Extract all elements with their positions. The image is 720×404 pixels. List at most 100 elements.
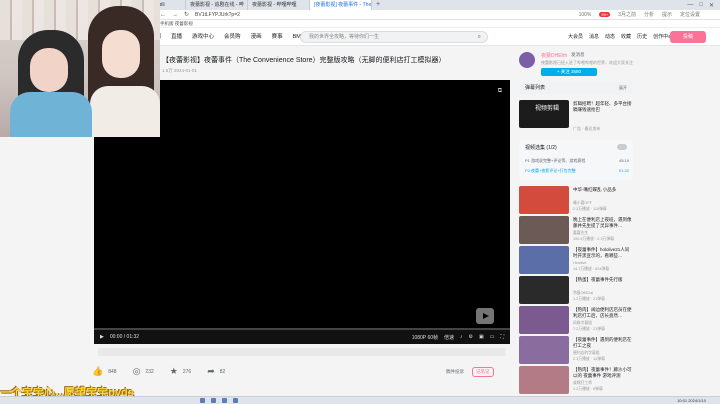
upload-button[interactable]: 投稿 bbox=[670, 31, 706, 43]
recommended-uploader[interactable]: 诶嘿打工师 bbox=[573, 381, 592, 386]
recommended-video[interactable]: 晚上在便利店上夜班，遇到像藤井先生提了灵异事件… 嘉嘉先生 190.5万播放 · 2… bbox=[519, 216, 633, 246]
favorite-button[interactable]: ★ 276 bbox=[170, 366, 191, 377]
recommended-uploader[interactable]: 熟蛋OffICial bbox=[573, 291, 593, 296]
recommended-title[interactable]: 晚上在便利店上夜班，遇到像藤井先生提了灵异事件… bbox=[573, 217, 633, 229]
video-thumbnail[interactable] bbox=[519, 306, 569, 334]
recommended-title[interactable]: 【熟蛋】夜蕾事件先行版 bbox=[573, 277, 633, 283]
header-menu-item[interactable]: 动态 bbox=[605, 28, 615, 46]
recommended-uploader[interactable]: 嘉嘉先生 bbox=[573, 231, 588, 236]
collection-title: 视频选集 bbox=[525, 145, 546, 151]
collection-item-active[interactable]: P2 夜蕾+夜影评论+打包完整 01:32 bbox=[525, 168, 629, 174]
taskbar-app-icon[interactable] bbox=[200, 398, 205, 403]
video-thumbnail[interactable] bbox=[519, 366, 569, 394]
danmaku-input-bar[interactable] bbox=[98, 348, 506, 356]
nav-link[interactable]: 赛事 bbox=[272, 28, 283, 46]
recommended-title[interactable]: 中华-嘴红蝶乱 小品多 bbox=[573, 187, 633, 193]
fullscreen-icon[interactable]: ⛶ bbox=[500, 334, 504, 341]
collection-item[interactable]: P1 游戏说完整+评论等、游戏赛程 45:19 bbox=[525, 158, 629, 164]
search-icon[interactable]: ⌕ bbox=[478, 32, 481, 42]
speed-select[interactable]: 倍速 bbox=[444, 334, 454, 341]
new-tab-button[interactable]: + bbox=[372, 0, 384, 10]
recommended-uploader[interactable]: Hololive bbox=[573, 261, 587, 265]
recommended-video[interactable]: 【夜蕾事件】遇到的便利店在打工之夜 便利店的字幕组 2.3万播放 · 14弹幕 bbox=[519, 336, 633, 366]
nav-link[interactable]: 游戏中心 bbox=[192, 28, 214, 46]
screen: { "browser": { "tabs": [ {"label": "弹幕UL… bbox=[0, 0, 720, 404]
nav-link[interactable]: 直播 bbox=[171, 28, 182, 46]
autoplay-toggle[interactable] bbox=[617, 144, 627, 150]
avatar[interactable] bbox=[519, 52, 535, 68]
video-thumbnail[interactable] bbox=[519, 276, 569, 304]
history-button[interactable]: 3月之前 bbox=[618, 11, 636, 18]
minimize-icon[interactable]: — bbox=[687, 2, 693, 9]
header-menu-item[interactable]: 历史 bbox=[637, 28, 647, 46]
header-menu-item[interactable]: 大会员 bbox=[568, 28, 583, 46]
message-button[interactable]: 发消息 bbox=[571, 52, 585, 58]
nav-link[interactable]: 会员购 bbox=[224, 28, 241, 46]
time-display: 00:00 / 01:32 bbox=[109, 334, 140, 340]
browser-tab[interactable]: 夜蕾影视 - 哔哩哔哩 bbox=[248, 0, 310, 10]
recommended-video[interactable]: 【熟蛋】夜蕾事件先行版 熟蛋OffICial 1.2万播放 · 21弹幕 bbox=[519, 276, 633, 306]
reload-icon[interactable]: ↻ bbox=[184, 11, 189, 18]
expand-button[interactable]: 展开 bbox=[619, 82, 627, 94]
notes-button[interactable]: 记笔记 bbox=[472, 367, 494, 377]
pip-icon[interactable]: ▣ bbox=[479, 334, 484, 341]
video-thumbnail[interactable] bbox=[519, 186, 569, 214]
header-menu-item[interactable]: 收藏 bbox=[621, 28, 631, 46]
video-thumbnail[interactable] bbox=[519, 336, 569, 364]
recommended-uploader[interactable]: 便利店的字幕组 bbox=[573, 351, 600, 356]
video-thumbnail[interactable] bbox=[519, 246, 569, 274]
ad-title: 剪辑招聘！超年轻、多平台接稿赚钱速抢巴 bbox=[573, 101, 632, 112]
widescreen-icon[interactable]: ▭ bbox=[490, 334, 495, 341]
quality-select[interactable]: 1080P 60帧 bbox=[412, 334, 438, 341]
volume-icon[interactable]: ♪ bbox=[460, 334, 463, 341]
analyze-button[interactable]: 分析 bbox=[644, 11, 654, 18]
browser-tab[interactable]: [夜蕾影视] 夜蕾事件 - The Con bbox=[310, 0, 372, 10]
coin-icon: ◎ bbox=[132, 366, 141, 376]
settings-icon[interactable]: ⚙ bbox=[469, 334, 473, 341]
taskbar-app-icon[interactable] bbox=[211, 398, 216, 403]
video-thumbnail[interactable] bbox=[519, 216, 569, 244]
recommended-video[interactable]: 中华-嘴红蝶乱 小品多 嘴小喜OFF 2.3万播放 · 115弹幕 bbox=[519, 186, 633, 216]
player-corner-icon[interactable]: ⧉ bbox=[498, 88, 502, 95]
play-tv-icon[interactable] bbox=[476, 308, 494, 324]
like-button[interactable]: 👍 848 bbox=[92, 366, 117, 377]
player-controls: ▶ 00:00 / 01:32 1080P 60帧 倍速 ♪ ⚙ ▣ ▭ ⛶ bbox=[94, 330, 510, 344]
recommended-title[interactable]: 【熟肉】阔边便利店店员在便利店打工后，店长竟然… bbox=[573, 307, 633, 319]
search-input[interactable]: 我的世界全攻略，等待你们一生 ⌕ bbox=[300, 31, 488, 43]
recommended-uploader[interactable]: 风格字幕组 bbox=[573, 321, 592, 326]
report-link[interactable]: 稿件投诉 bbox=[446, 369, 464, 375]
follow-button[interactable]: + 关注 3580 bbox=[541, 68, 597, 76]
video-actions-right: 稿件投诉 记笔记 bbox=[446, 367, 494, 377]
play-icon[interactable]: ▶ bbox=[100, 334, 104, 340]
nav-link[interactable]: 漫画 bbox=[251, 28, 262, 46]
maximize-icon[interactable]: □ bbox=[699, 2, 703, 9]
zoom-level[interactable]: 100% bbox=[579, 12, 592, 18]
ad-card[interactable]: 视频剪辑 剪辑招聘！超年轻、多平台接稿赚钱速抢巴 广告 · 最近发布 bbox=[519, 100, 633, 134]
video-meta: 1.5万 2024-01-01 bbox=[162, 68, 198, 73]
close-icon[interactable]: ✕ bbox=[709, 2, 714, 9]
recommended-uploader[interactable]: 嘴小喜OFF bbox=[573, 201, 592, 206]
address-bar-tools: 100% 99+ 3月之前 分析 提示 定位设置 bbox=[579, 11, 720, 19]
recommended-title[interactable]: 【熟肉】夜蕾事件！藤沙小可以的 夜蕾事件 游戏评测 bbox=[573, 367, 633, 379]
recommended-title[interactable]: 【夜蕾事件】遇到的便利店在打工之夜 bbox=[573, 337, 633, 349]
recommended-video[interactable]: 【熟肉】阔边便利店店员在便利店打工后，店长竟然… 风格字幕组 7.2万播放 · 23… bbox=[519, 306, 633, 336]
danmaku-list[interactable]: 弹幕列表 展开 bbox=[519, 82, 633, 94]
browser-tab[interactable]: 夜蕾影视 - 追剧在线 - 哔 bbox=[186, 0, 248, 10]
url-field[interactable]: BV1tLFYPJUrk?p=2 bbox=[195, 12, 240, 18]
share-button[interactable]: ➦ 82 bbox=[207, 366, 225, 377]
taskbar-app-icon[interactable] bbox=[233, 398, 238, 403]
forward-icon[interactable]: → bbox=[172, 12, 178, 18]
video-collection: 视频选集 (1/2) P1 游戏说完整+评论等、游戏赛程 45:19 P2 夜蕾… bbox=[519, 140, 633, 180]
coin-button[interactable]: ◎ 232 bbox=[133, 366, 154, 377]
recommended-stats: 7.2万播放 · 23弹幕 bbox=[573, 327, 605, 331]
taskbar-app-icon[interactable] bbox=[222, 398, 227, 403]
recommended-video[interactable]: 【夜蕾事件】hololive21人同时开黑宣示的，看哪些… Hololive 14.… bbox=[519, 246, 633, 276]
uploader-name[interactable]: 夜蕾DHEhh bbox=[541, 52, 567, 59]
back-icon[interactable]: ← bbox=[160, 12, 166, 18]
location-settings-button[interactable]: 定位设置 bbox=[680, 11, 700, 18]
recommended-stats: 2.3万播放 · 115弹幕 bbox=[573, 207, 607, 211]
recommended-title[interactable]: 【夜蕾事件】hololive21人同时开黑宣示的，看哪些… bbox=[573, 247, 633, 259]
hint-button[interactable]: 提示 bbox=[662, 11, 672, 18]
recommended-video[interactable]: 【熟肉】夜蕾事件！藤沙小可以的 夜蕾事件 游戏评测 诶嘿打工师 1.2万播放 · 8… bbox=[519, 366, 633, 396]
header-menu-item[interactable]: 消息 bbox=[589, 28, 599, 46]
